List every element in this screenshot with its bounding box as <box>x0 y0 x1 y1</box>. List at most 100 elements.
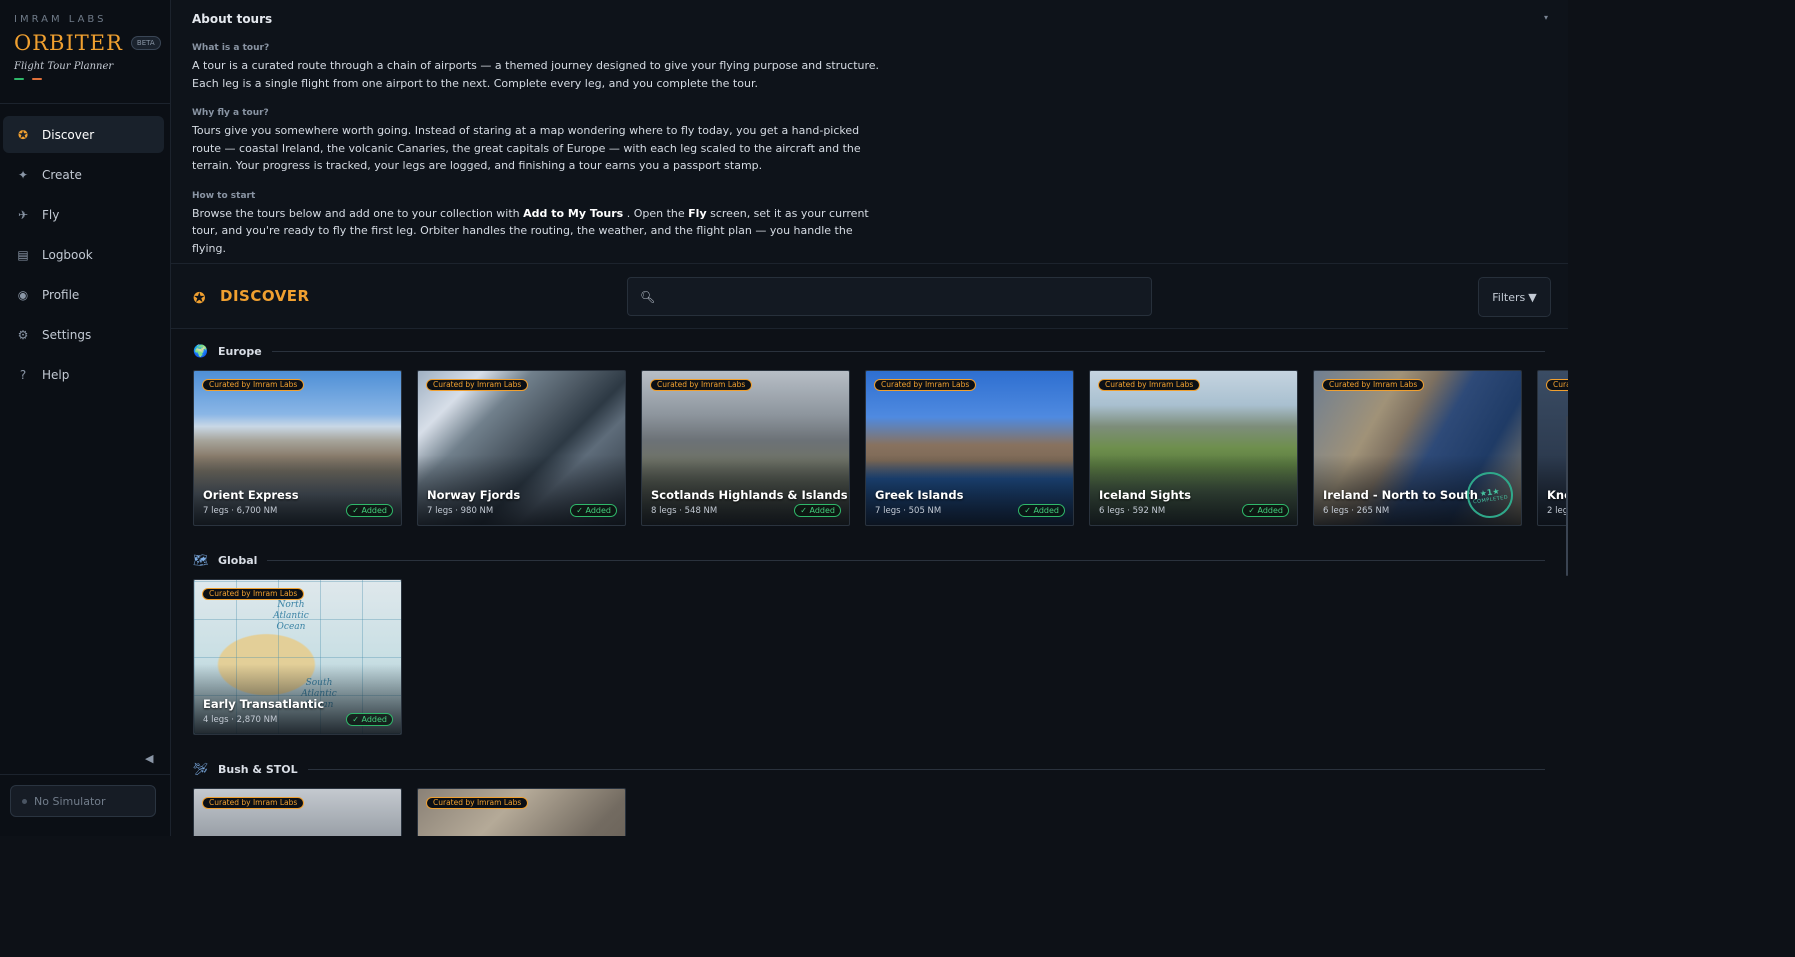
sidebar-item-help[interactable]: ? Help <box>3 356 164 393</box>
section-title: Global <box>218 553 258 567</box>
discover-header: ✪ DISCOVER 🔍︎ Filters ▼ <box>171 264 1568 329</box>
sidebar-item-label: Profile <box>42 287 80 302</box>
search-box[interactable]: 🔍︎ <box>627 277 1152 316</box>
faq-question-how: How to start <box>192 190 256 201</box>
section-title: Europe <box>218 344 262 358</box>
section-divider <box>307 768 1545 770</box>
profile-icon: ◉ <box>17 287 29 302</box>
globe-icon: 🌍 <box>193 344 208 358</box>
about-tours-title[interactable]: About tours <box>192 12 1547 26</box>
section-header-europe: 🌍 Europe <box>193 343 1545 359</box>
added-badge: ✓ Added <box>346 713 393 726</box>
tour-meta: 8 legs · 548 NM <box>651 506 718 516</box>
compass-icon: ✪ <box>193 289 206 307</box>
card-row: Curated by Imram Labs Curated by Imram La… <box>193 788 1563 836</box>
compass-icon: ✪ <box>17 127 29 142</box>
sidebar-item-create[interactable]: ✦ Create <box>3 156 164 193</box>
company-name: IMRAM LABS <box>14 14 107 25</box>
sidebar-item-profile[interactable]: ◉ Profile <box>3 276 164 313</box>
curated-badge: Curated by Imram Labs <box>426 379 529 391</box>
sidebar-item-label: Settings <box>42 327 92 342</box>
faq-answer-why: Tours give you somewhere worth going. In… <box>192 124 861 172</box>
chevron-down-icon[interactable]: ▾ <box>1544 13 1548 22</box>
app-logo-name: ORBITER <box>14 31 123 55</box>
tour-meta: 7 legs · 505 NM <box>875 506 942 516</box>
added-badge: ✓ Added <box>346 504 393 517</box>
filters-button[interactable]: Filters ▼ <box>1478 277 1551 317</box>
tour-card[interactable]: Curated by Imram Labs Ireland - North to … <box>1313 370 1522 526</box>
tour-title: Scotlands Highlands & Islands <box>651 488 848 502</box>
curated-badge: Curated by Imram Labs <box>1322 379 1425 391</box>
faq-answer-how: Browse the tours below and add one to yo… <box>192 206 869 255</box>
added-badge: ✓ Added <box>1018 504 1065 517</box>
curated-badge: Cura <box>1546 379 1568 391</box>
fly-emphasis: Fly <box>688 206 707 220</box>
added-badge: ✓ Added <box>570 504 617 517</box>
section-divider <box>267 559 1545 561</box>
curated-badge: Curated by Imram Labs <box>202 588 305 600</box>
tour-meta: 6 legs · 592 NM <box>1099 506 1166 516</box>
status-dot-icon <box>22 798 27 804</box>
curated-badge: Curated by Imram Labs <box>650 379 753 391</box>
tour-card[interactable]: North Atlantic OceanSouth Atlantic Ocean… <box>193 579 402 735</box>
tour-meta: 7 legs · 980 NM <box>427 506 494 516</box>
section-title: Bush & STOL <box>218 762 298 776</box>
sidebar-item-label: Discover <box>42 127 95 142</box>
curated-badge: Curated by Imram Labs <box>1098 379 1201 391</box>
stamp-label: COMPLETED <box>1472 494 1509 505</box>
sidebar: IMRAM LABS ORBITER BETA Flight Tour Plan… <box>0 0 171 836</box>
added-badge: ✓ Added <box>794 504 841 517</box>
tour-meta: 4 legs · 2,870 NM <box>203 715 278 725</box>
section-divider <box>271 350 1545 352</box>
sidebar-footer: No Simulator <box>0 774 170 836</box>
tour-card[interactable]: Curated by Imram Labs Greek Islands 7 legs… <box>865 370 1074 526</box>
app-tagline: Flight Tour Planner <box>14 61 114 72</box>
sidebar-item-discover[interactable]: ✪ Discover <box>3 116 164 153</box>
faq-answer-what: A tour is a curated route through a chai… <box>192 59 880 90</box>
tour-card[interactable]: Curated by Imram Labs Scotlands Highlands… <box>641 370 850 526</box>
gear-icon: ⚙ <box>17 327 29 342</box>
sidebar-item-label: Fly <box>42 207 60 222</box>
about-tours-panel: About tours ▾ What is a tour? A tour is … <box>171 0 1568 264</box>
help-icon: ? <box>19 367 27 382</box>
beta-badge: BETA <box>130 36 161 50</box>
tour-title: Early Transatlantic <box>203 697 325 711</box>
brand-block: IMRAM LABS ORBITER BETA Flight Tour Plan… <box>0 0 170 104</box>
faq-question-what: What is a tour? <box>192 43 270 53</box>
added-badge: ✓ Added <box>1242 504 1289 517</box>
section-header-global: 🗺 Global <box>193 552 1545 568</box>
map-label: North Atlantic Ocean <box>273 600 309 632</box>
add-to-my-tours-emphasis: Add to My Tours <box>523 206 624 220</box>
curated-badge: Curated by Imram Labs <box>202 379 305 391</box>
tour-title: Ireland - North to South <box>1323 488 1478 502</box>
curated-badge: Curated by Imram Labs <box>202 797 305 809</box>
tour-title: Orient Express <box>203 488 299 502</box>
curated-badge: Curated by Imram Labs <box>426 797 529 809</box>
airplane-icon: ✈ <box>17 207 29 222</box>
green-dash <box>14 78 24 80</box>
scrollbar-thumb[interactable] <box>1566 416 1568 576</box>
logbook-icon: ▤ <box>17 247 29 262</box>
collapse-sidebar-icon[interactable]: ◀ <box>145 752 153 765</box>
card-row: North Atlantic OceanSouth Atlantic Ocean… <box>193 579 1563 736</box>
filter-triangle-icon: ▼ <box>1528 290 1537 304</box>
search-input[interactable] <box>663 284 1144 309</box>
tour-card[interactable]: Curated by Imram Labs <box>193 788 402 836</box>
tour-card[interactable]: Curated by Imram Labs <box>417 788 626 836</box>
simulator-status[interactable]: No Simulator <box>10 785 156 817</box>
tour-card[interactable]: Curated by Imram Labs Norway Fjords 7 legs… <box>417 370 626 526</box>
filters-label: Filters <box>1492 290 1526 304</box>
tour-card[interactable]: Curated by Imram Labs Orient Express 7 leg… <box>193 370 402 526</box>
brand-accent-dashes <box>14 78 156 80</box>
sidebar-item-fly[interactable]: ✈ Fly <box>3 196 164 233</box>
orange-dash <box>32 78 42 80</box>
main-content: About tours ▾ What is a tour? A tour is … <box>171 0 1568 836</box>
tour-meta: 2 leg <box>1547 506 1568 516</box>
sidebar-item-logbook[interactable]: ▤ Logbook <box>3 236 164 273</box>
sidebar-nav: ✪ Discover ✦ Create ✈ Fly ▤ Logbook ◉ Profile ⚙ Set… <box>0 104 170 393</box>
sidebar-item-settings[interactable]: ⚙ Settings <box>3 316 164 353</box>
tour-title: Kno <box>1547 488 1568 502</box>
tour-card[interactable]: Curated by Imram Labs Iceland Sights 6 leg… <box>1089 370 1298 526</box>
tour-title: Greek Islands <box>875 488 964 502</box>
tour-card[interactable]: Cura Kno 2 leg <box>1537 370 1568 526</box>
